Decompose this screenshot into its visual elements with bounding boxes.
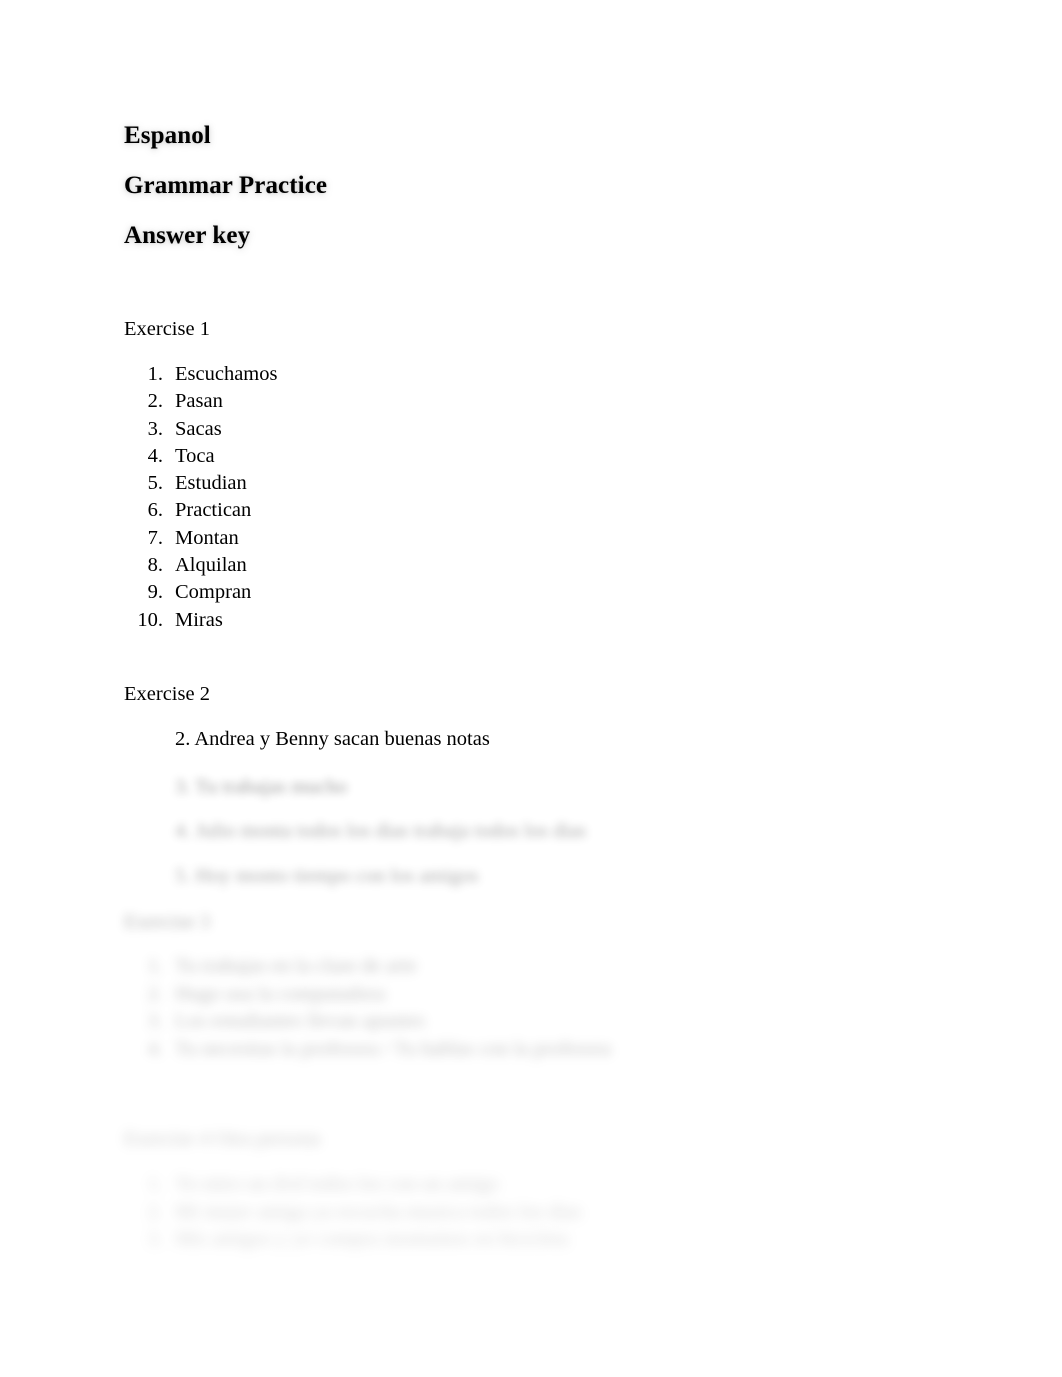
list-item-number: 5. xyxy=(147,472,163,495)
list-item-number: 4. xyxy=(147,1037,163,1060)
exercise-1-label: Exercise 1 xyxy=(124,318,210,340)
exercise-2-visible-answer: 2. Andrea y Benny sacan buenas notas xyxy=(175,728,490,750)
list-item-text: Pasan xyxy=(175,390,223,413)
list-item: 5. Estudian xyxy=(124,470,277,497)
list-item-text: Compran xyxy=(175,581,252,604)
list-item: 7. Montan xyxy=(124,525,277,552)
list-item: 2. Mi mejor amiga ya escucha musica todo… xyxy=(124,1199,582,1227)
document-page: Espanol Grammar Practice Answer key Exer… xyxy=(0,0,1062,1377)
list-item-text: Practican xyxy=(175,499,252,522)
list-item: 1. Escuchamos xyxy=(124,361,278,388)
list-item-text: Hugo usa la computadora xyxy=(175,982,386,1005)
list-item: 3. Sacas xyxy=(124,416,277,443)
exercise-2-obscured-answer-3: 3. Tu trabajas mucho xyxy=(175,776,347,798)
list-item-text: Sacas xyxy=(175,417,222,440)
list-item-number: 3. xyxy=(147,1228,163,1250)
content-fade-overlay xyxy=(0,760,1062,1377)
list-item-text: Alquilan xyxy=(175,554,247,577)
exercise-3-answer-list: 1. Tu trabajas en la clase de arte 2. Hu… xyxy=(124,953,611,1063)
list-item: 2. Pasan xyxy=(124,388,277,415)
list-item-number: 4. xyxy=(147,444,163,467)
list-item: 1. Yo miro un dvd todos los con un amigo xyxy=(124,1171,582,1199)
list-item-text: Mi mejor amiga ya escucha musica todos l… xyxy=(175,1200,582,1223)
list-item-text: Los estudiantes llevan apuntes xyxy=(175,1010,425,1032)
list-item-number: 3. xyxy=(147,417,163,440)
list-item-number: 10. xyxy=(137,608,163,631)
exercise-2-obscured-answer-4: 4. Julio monta todos los dias trabaja to… xyxy=(175,820,587,842)
list-item-text: Tu necesitas la profesora / Tu hablas co… xyxy=(175,1037,611,1060)
list-item: 1. Tu trabajas en la clase de arte xyxy=(124,953,611,981)
list-item-number: 1. xyxy=(147,363,163,385)
list-item-text: Mis amigos y yo compra montamos en bicic… xyxy=(175,1228,569,1250)
list-item: 6. Practican xyxy=(124,497,277,524)
exercise-4-label: Exercise 4 Otra persona xyxy=(124,1128,321,1150)
list-item: 8. Alquilan xyxy=(124,552,277,579)
list-item: 3. Mis amigos y yo compra montamos en bi… xyxy=(124,1226,582,1254)
list-item-text: Montan xyxy=(175,526,239,549)
list-item-text: Yo miro un dvd todos los con un amigo xyxy=(175,1173,499,1195)
exercise-2-label: Exercise 2 xyxy=(124,683,210,705)
list-item-number: 6. xyxy=(147,499,163,522)
exercise-3-label: Exercise 3 xyxy=(124,911,210,933)
document-title-answer-key: Answer key xyxy=(124,222,251,249)
list-item-number: 2. xyxy=(147,390,163,413)
list-item-text: Escuchamos xyxy=(175,363,278,385)
exercise-4-answer-list: 1. Yo miro un dvd todos los con un amigo… xyxy=(124,1171,582,1254)
list-item: 3. Los estudiantes llevan apuntes xyxy=(124,1008,611,1036)
list-item-number: 7. xyxy=(147,526,163,549)
document-title-language: Espanol xyxy=(124,122,211,149)
list-item: 2. Hugo usa la computadora xyxy=(124,981,611,1009)
list-item-text: Toca xyxy=(175,444,215,467)
list-item: 9. Compran xyxy=(124,579,277,606)
list-item: 10. Miras xyxy=(124,607,277,634)
list-item-number: 9. xyxy=(147,581,163,604)
document-title-subject: Grammar Practice xyxy=(124,172,328,199)
exercise-1-answer-list: 1. Escuchamos 2. Pasan 3. Sacas 4. Toca … xyxy=(124,361,277,634)
list-item-text: Estudian xyxy=(175,472,247,495)
list-item: 4. Toca xyxy=(124,443,277,470)
list-item-number: 2. xyxy=(147,982,163,1005)
list-item-number: 1. xyxy=(147,955,163,977)
list-item-number: 1. xyxy=(147,1173,163,1195)
list-item: 4. Tu necesitas la profesora / Tu hablas… xyxy=(124,1036,611,1064)
list-item-text: Miras xyxy=(175,608,223,631)
list-item-number: 2. xyxy=(147,1200,163,1223)
list-item-text: Tu trabajas en la clase de arte xyxy=(175,955,417,977)
list-item-number: 3. xyxy=(147,1010,163,1032)
list-item-number: 8. xyxy=(147,554,163,577)
exercise-2-obscured-answer-5: 5. Hoy monto tiempo con los amigos xyxy=(175,865,479,887)
